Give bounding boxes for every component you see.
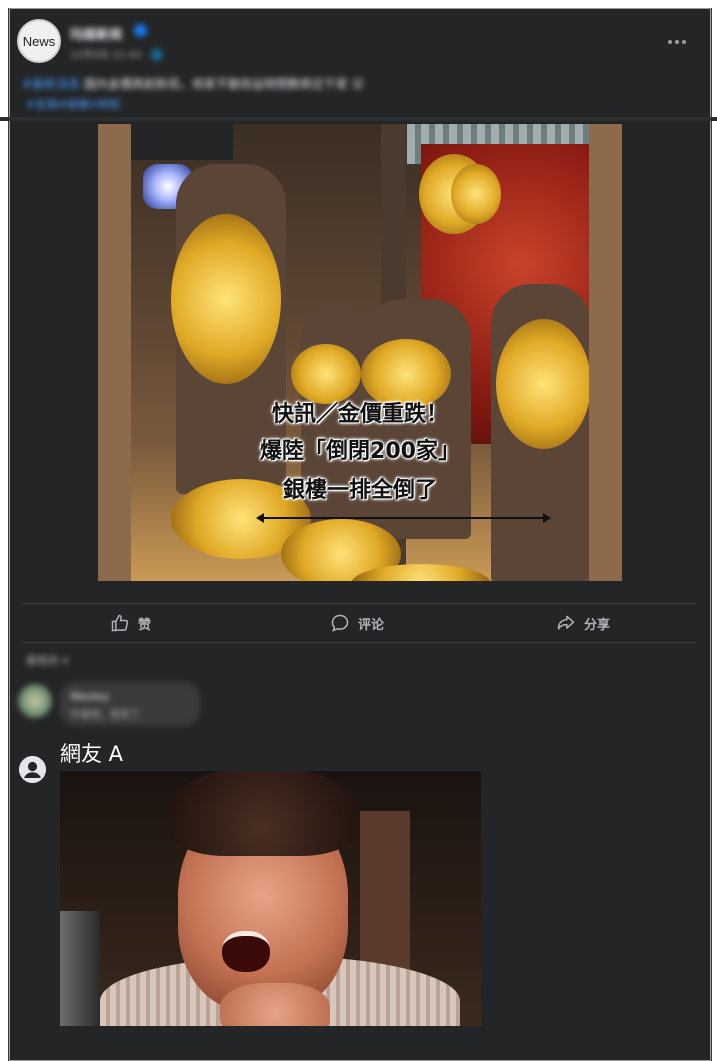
comment-label: 评论: [358, 617, 385, 633]
user-silhouette-icon: [19, 756, 46, 783]
jewelry-photo: 快訊／金價重跌！ 爆陸「倒閉200家」 銀樓一排全倒了: [131, 124, 589, 581]
open-mouth: [222, 931, 270, 972]
gold-necklace: [291, 344, 361, 404]
redaction-box: [131, 124, 233, 160]
page-avatar[interactable]: News: [17, 19, 61, 63]
gold-flower-necklace: [496, 319, 589, 449]
image-caption-line-2: 爆陸「倒閉200家」: [260, 439, 460, 464]
arrow-right-icon: [543, 513, 551, 523]
post-link[interactable]: #金價#銀樓#倒閉: [26, 96, 120, 112]
comment-bubble: Wesley 不會吧，笑死了: [60, 682, 200, 726]
commenter-avatar[interactable]: [18, 684, 52, 718]
commenter-name[interactable]: Wesley: [70, 690, 109, 703]
arrow-left-icon: [256, 513, 264, 523]
hair: [168, 771, 358, 856]
post-hashtag[interactable]: #最新消息: [22, 77, 80, 91]
image-caption-line-1: 快訊／金價重跌！: [271, 402, 448, 427]
verified-badge-icon: [134, 24, 147, 37]
more-dots-icon[interactable]: [668, 38, 690, 46]
comment-button[interactable]: 评论: [330, 612, 384, 634]
gold-necklace: [171, 214, 281, 384]
page-avatar-label: News: [22, 33, 56, 49]
post-text: #最新消息 國內金價再創新低，商家不敵收益倒閉數將近千家 😮: [22, 75, 662, 93]
share-button[interactable]: 分享: [556, 612, 610, 634]
background-light: [60, 911, 100, 1026]
like-button[interactable]: 赞: [110, 612, 151, 634]
page-name[interactable]: 玛媒新闻: [70, 24, 122, 43]
comment-bubble-icon: [331, 614, 349, 632]
action-bar-top-divider: [22, 603, 696, 604]
gold-ornament: [451, 164, 501, 224]
comment-text: 不會吧，笑死了: [70, 710, 140, 721]
share-arrow-icon: [557, 615, 575, 630]
double-arrow-line: [258, 517, 546, 519]
thumbs-up-icon: [111, 614, 129, 632]
comment-sort-dropdown[interactable]: 最相关 ▾: [26, 652, 68, 668]
reply-user-name[interactable]: 網友 A: [60, 738, 123, 768]
post-text-body: 國內金價再創新低，商家不敵收益倒閉數將近千家 😮: [80, 77, 365, 91]
clenched-hand: [220, 983, 330, 1026]
share-label: 分享: [584, 617, 611, 633]
post-timestamp[interactable]: 12月4日 21:43 · 🌐: [70, 46, 163, 61]
post-image[interactable]: 快訊／金價重跌！ 爆陸「倒閉200家」 銀樓一排全倒了: [98, 124, 622, 581]
header-divider: [0, 117, 717, 121]
like-label: 赞: [138, 617, 152, 633]
image-caption-line-3: 銀樓一排全倒了: [282, 478, 437, 503]
reply-meme-image[interactable]: [60, 771, 481, 1026]
user-avatar-icon[interactable]: [19, 756, 46, 783]
action-bar-bottom-divider: [22, 642, 696, 643]
